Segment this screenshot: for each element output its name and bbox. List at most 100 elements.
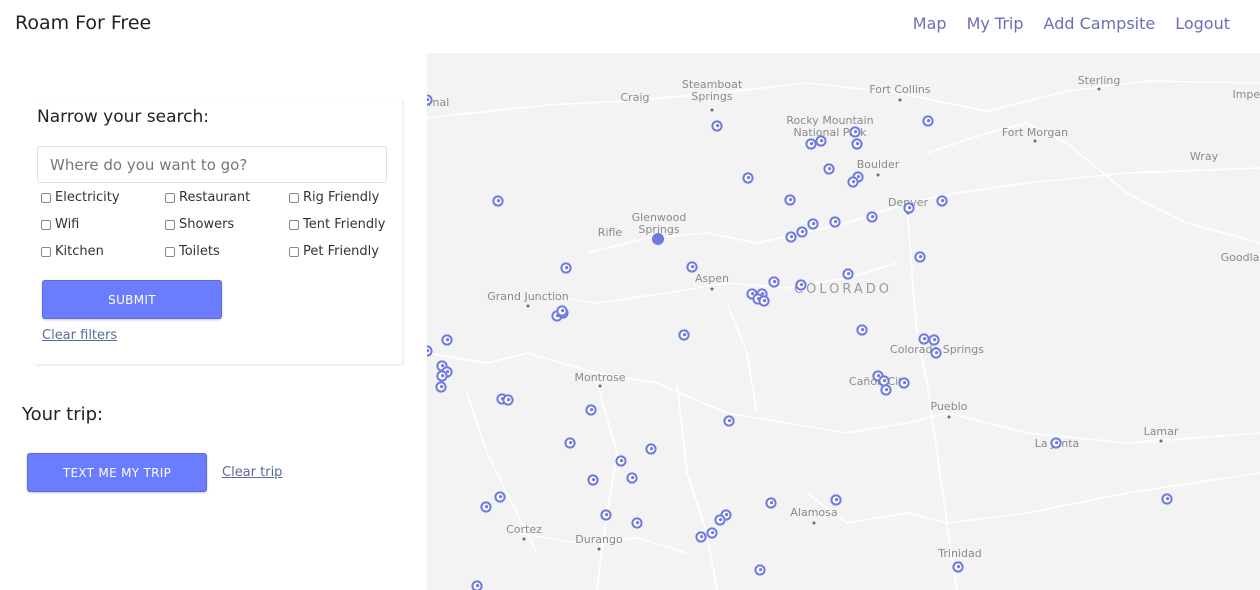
campsite-marker[interactable] — [765, 497, 777, 509]
filter-tent-friendly[interactable]: Tent Friendly — [289, 217, 385, 232]
checkbox-toilets[interactable] — [165, 246, 175, 257]
campsite-marker[interactable] — [785, 231, 797, 243]
campsite-marker[interactable] — [754, 564, 766, 576]
campsite-marker[interactable] — [427, 94, 433, 106]
campsite-marker[interactable] — [1050, 437, 1062, 449]
campsite-map[interactable]: Steamboat Springs Fort Collins Sterling C… — [427, 53, 1260, 590]
campsite-marker[interactable] — [711, 120, 723, 132]
clear-trip-link[interactable]: Clear trip — [222, 465, 282, 480]
checkbox-wifi[interactable] — [41, 219, 51, 230]
campsite-marker[interactable] — [556, 305, 568, 317]
campsite-marker[interactable] — [856, 324, 868, 336]
campsite-marker[interactable] — [587, 474, 599, 486]
campsite-marker[interactable] — [815, 135, 827, 147]
campsite-marker[interactable] — [560, 262, 572, 274]
campsite-marker[interactable] — [930, 347, 942, 359]
checkbox-tent-friendly[interactable] — [289, 219, 299, 230]
campsite-marker[interactable] — [878, 375, 890, 387]
campsite-marker[interactable] — [626, 472, 638, 484]
campsite-marker[interactable] — [631, 517, 643, 529]
city-label-fort-morgan: Fort Morgan — [1002, 126, 1068, 139]
campsite-marker[interactable] — [436, 370, 448, 382]
checkbox-restaurant[interactable] — [165, 192, 175, 203]
checkbox-showers[interactable] — [165, 219, 175, 230]
campsite-marker[interactable] — [829, 216, 841, 228]
campsite-marker[interactable] — [842, 268, 854, 280]
city-dot — [1033, 139, 1037, 143]
filter-kitchen[interactable]: Kitchen — [41, 244, 104, 259]
location-search-input[interactable] — [37, 146, 387, 183]
city-dot — [898, 98, 902, 102]
filter-wifi[interactable]: Wifi — [41, 217, 79, 232]
campsite-marker[interactable] — [480, 501, 492, 513]
filter-pet-friendly[interactable]: Pet Friendly — [289, 244, 379, 259]
city-dot — [597, 547, 601, 551]
campsite-marker[interactable] — [714, 514, 726, 526]
campsite-marker[interactable] — [678, 329, 690, 341]
campsite-marker[interactable] — [918, 333, 930, 345]
campsite-marker[interactable] — [686, 261, 698, 273]
campsite-marker[interactable] — [427, 345, 433, 357]
filter-electricity[interactable]: Electricity — [41, 190, 120, 205]
campsite-marker[interactable] — [758, 295, 770, 307]
campsite-marker[interactable] — [492, 195, 504, 207]
submit-button[interactable]: SUBMIT — [42, 280, 222, 319]
nav-link-add-campsite[interactable]: Add Campsite — [1044, 14, 1156, 33]
campsite-marker[interactable] — [723, 415, 735, 427]
campsite-marker[interactable] — [847, 176, 859, 188]
campsite-marker[interactable] — [796, 226, 808, 238]
campsite-marker[interactable] — [922, 115, 934, 127]
nav-link-logout[interactable]: Logout — [1175, 14, 1230, 33]
campsite-marker[interactable] — [706, 527, 718, 539]
brand-title[interactable]: Roam For Free — [15, 12, 151, 34]
city-dot — [1159, 439, 1163, 443]
clear-filters-link[interactable]: Clear filters — [42, 328, 117, 343]
campsite-marker[interactable] — [898, 377, 910, 389]
campsite-marker[interactable] — [600, 509, 612, 521]
campsite-marker[interactable] — [880, 384, 892, 396]
filter-toilets[interactable]: Toilets — [165, 244, 220, 259]
campsite-marker[interactable] — [564, 437, 576, 449]
campsite-marker[interactable] — [928, 334, 940, 346]
campsite-marker[interactable] — [768, 276, 780, 288]
campsite-marker[interactable] — [494, 491, 506, 503]
checkbox-rig-friendly[interactable] — [289, 192, 299, 203]
campsite-marker[interactable] — [823, 163, 835, 175]
checkbox-electricity[interactable] — [41, 192, 51, 203]
campsite-marker[interactable] — [866, 211, 878, 223]
text-me-my-trip-button[interactable]: TEXT ME MY TRIP — [27, 453, 207, 492]
campsite-marker[interactable] — [807, 218, 819, 230]
campsite-marker[interactable] — [435, 381, 447, 393]
campsite-marker[interactable] — [849, 126, 861, 138]
city-label-pueblo: Pueblo — [931, 400, 968, 413]
campsite-marker[interactable] — [502, 394, 514, 406]
checkbox-pet-friendly[interactable] — [289, 246, 299, 257]
campsite-marker[interactable] — [695, 531, 707, 543]
checkbox-kitchen[interactable] — [41, 246, 51, 257]
state-label: COLORADO — [794, 282, 892, 297]
campsite-marker[interactable] — [441, 334, 453, 346]
campsite-cluster-marker[interactable] — [652, 233, 664, 245]
campsite-marker[interactable] — [784, 194, 796, 206]
campsite-marker[interactable] — [805, 138, 817, 150]
filter-restaurant[interactable]: Restaurant — [165, 190, 250, 205]
map-canvas[interactable]: Steamboat Springs Fort Collins Sterling C… — [427, 53, 1260, 590]
nav-link-map[interactable]: Map — [913, 14, 947, 33]
nav-link-my-trip[interactable]: My Trip — [967, 14, 1024, 33]
campsite-marker[interactable] — [585, 404, 597, 416]
campsite-marker[interactable] — [471, 580, 483, 590]
campsite-marker[interactable] — [1161, 493, 1173, 505]
campsite-marker[interactable] — [795, 279, 807, 291]
campsite-marker[interactable] — [936, 195, 948, 207]
campsite-marker[interactable] — [851, 138, 863, 150]
campsite-marker[interactable] — [830, 494, 842, 506]
campsite-marker[interactable] — [742, 172, 754, 184]
campsite-marker[interactable] — [903, 202, 915, 214]
campsite-marker[interactable] — [914, 251, 926, 263]
campsite-marker[interactable] — [645, 443, 657, 455]
filter-showers[interactable]: Showers — [165, 217, 234, 232]
campsite-marker[interactable] — [952, 561, 964, 573]
campsite-marker[interactable] — [615, 455, 627, 467]
city-dot — [1097, 87, 1101, 91]
filter-rig-friendly[interactable]: Rig Friendly — [289, 190, 379, 205]
